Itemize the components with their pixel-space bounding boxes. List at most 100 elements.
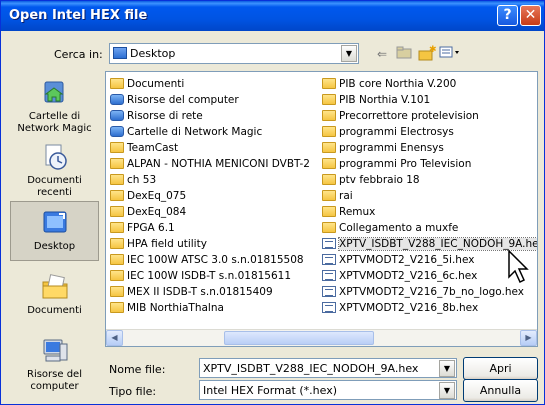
folder-item[interactable]: IEC 100W ATSC 3.0 s.n.01815508	[110, 252, 310, 268]
item-label: DexEq_084	[127, 206, 187, 218]
filename-label: Nome file:	[109, 363, 166, 376]
view-menu-icon[interactable]	[439, 45, 459, 63]
chevron-down-icon[interactable]: ▼	[439, 360, 455, 377]
file-column-1: Documenti Risorse del computer Risorse di …	[110, 76, 310, 316]
folder-item[interactable]: Documenti	[110, 76, 310, 92]
file-item[interactable]: XPTV_ISDBT_V288_IEC_NODOH_9A.hex	[322, 236, 537, 252]
cancel-button[interactable]: Annulla	[463, 379, 538, 402]
horizontal-scrollbar[interactable]: ◀ ▶	[106, 329, 537, 346]
file-list[interactable]: Documenti Risorse del computer Risorse di …	[105, 71, 538, 347]
title-bar[interactable]: Open Intel HEX file ? ✕	[1, 1, 544, 31]
folder-item[interactable]: PIB Northia V.101	[322, 92, 537, 108]
help-button[interactable]: ?	[497, 5, 518, 26]
item-label: MEX II ISDB-T s.n.01815409	[127, 286, 273, 298]
new-folder-icon[interactable]: ✱	[417, 45, 437, 63]
folder-icon	[110, 222, 124, 233]
item-label: MIB NorthiaThalna	[127, 302, 224, 314]
item-label: ptv febbraio 18	[339, 174, 420, 186]
folder-icon	[110, 174, 124, 185]
folder-item[interactable]: IEC 100W ISDB-T s.n.01815611	[110, 268, 310, 284]
place-documents[interactable]: Documenti	[10, 266, 99, 326]
place-network-magic[interactable]: Cartelle di Network Magic	[10, 72, 99, 134]
folder-item[interactable]: rai	[322, 188, 537, 204]
item-label: Risorse del computer	[127, 94, 239, 106]
scroll-right-icon[interactable]: ▶	[520, 330, 537, 346]
item-label: DexEq_075	[127, 190, 187, 202]
folder-icon	[322, 142, 336, 153]
documents-icon	[42, 274, 67, 299]
place-computer[interactable]: Risorse del computer	[10, 330, 99, 394]
folder-item[interactable]: DexEq_084	[110, 204, 310, 220]
open-file-dialog: Open Intel HEX file ? ✕ Cerca in: Deskto…	[0, 0, 545, 405]
item-label: Cartelle di Network Magic	[127, 126, 263, 138]
item-label: IEC 100W ISDB-T s.n.01815611	[127, 270, 292, 282]
folder-icon	[322, 174, 336, 185]
folder-item[interactable]: DexEq_075	[110, 188, 310, 204]
filetype-select[interactable]: Intel HEX Format (*.hex) ▼	[199, 380, 457, 400]
desktop-icon	[113, 47, 127, 59]
up-folder-icon[interactable]	[394, 45, 414, 63]
file-item[interactable]: XPTVMODT2_V216_6c.hex	[322, 268, 537, 284]
item-label: Risorse di rete	[127, 110, 203, 122]
item-label: ALPAN - NOTHIA MENICONI DVBT-2	[127, 158, 310, 170]
folder-item[interactable]: MEX II ISDB-T s.n.01815409	[110, 284, 310, 300]
look-in-value: Desktop	[130, 47, 176, 60]
folder-item[interactable]: TeamCast	[110, 140, 310, 156]
folder-item[interactable]: Cartelle di Network Magic	[110, 124, 310, 140]
folder-item[interactable]: ALPAN - NOTHIA MENICONI DVBT-2	[110, 156, 310, 172]
item-label: HPA field utility	[127, 238, 207, 250]
folder-item[interactable]: programmi Enensys	[322, 140, 537, 156]
item-label: programmi Electrosys	[339, 126, 454, 138]
item-label: programmi Pro Television	[339, 158, 472, 170]
place-desktop[interactable]: Desktop	[10, 201, 99, 261]
window-title: Open Intel HEX file	[9, 8, 148, 23]
open-button[interactable]: Apri	[463, 357, 538, 380]
folder-icon	[322, 190, 336, 201]
close-button[interactable]: ✕	[520, 5, 541, 26]
back-arrow-icon[interactable]: ⇐	[372, 45, 392, 63]
folder-item[interactable]: Collegamento a muxfe	[322, 220, 537, 236]
chevron-down-icon[interactable]: ▼	[341, 45, 357, 62]
folder-item[interactable]: HPA field utility	[110, 236, 310, 252]
folder-item[interactable]: Risorse del computer	[110, 92, 310, 108]
folder-icon	[110, 142, 124, 153]
file-item[interactable]: XPTVMODT2_V216_7b_no_logo.hex	[322, 284, 537, 300]
filename-input[interactable]: XPTV_ISDBT_V288_IEC_NODOH_9A.hex ▼	[199, 358, 457, 378]
folder-icon	[110, 78, 124, 89]
shortcut-icon	[322, 222, 336, 233]
folder-icon	[110, 190, 124, 201]
folder-icon	[322, 206, 336, 217]
filetype-label: Tipo file:	[109, 385, 157, 398]
item-label: Precorrettore protelevision	[339, 110, 479, 122]
scroll-left-icon[interactable]: ◀	[106, 330, 123, 346]
hex-file-icon	[322, 238, 336, 249]
folder-item[interactable]: FPGA 6.1	[110, 220, 310, 236]
folder-item[interactable]: programmi Pro Television	[322, 156, 537, 172]
folder-icon	[322, 110, 336, 121]
network-magic-folder-icon	[44, 81, 63, 103]
scroll-thumb[interactable]	[224, 331, 374, 345]
filename-value: XPTV_ISDBT_V288_IEC_NODOH_9A.hex	[203, 362, 419, 375]
item-label: programmi Enensys	[339, 142, 444, 154]
place-label: Documenti	[27, 305, 82, 316]
folder-item[interactable]: Precorrettore protelevision	[322, 108, 537, 124]
folder-item[interactable]: programmi Electrosys	[322, 124, 537, 140]
folder-item[interactable]: ch 53	[110, 172, 310, 188]
folder-item[interactable]: MIB NorthiaThalna	[110, 300, 310, 316]
folder-icon	[110, 302, 124, 313]
file-item[interactable]: XPTVMODT2_V216_5i.hex	[322, 252, 537, 268]
folder-item[interactable]: PIB core Northia V.200	[322, 76, 537, 92]
folder-icon	[322, 158, 336, 169]
folder-item[interactable]: Remux	[322, 204, 537, 220]
folder-item[interactable]: Risorse di rete	[110, 108, 310, 124]
item-label: XPTVMODT2_V216_6c.hex	[339, 270, 478, 282]
chevron-down-icon[interactable]: ▼	[439, 382, 455, 399]
svg-text:✱: ✱	[429, 45, 436, 55]
folder-item[interactable]: ptv febbraio 18	[322, 172, 537, 188]
computer-icon	[43, 339, 67, 362]
file-item[interactable]: XPTVMODT2_V216_8b.hex	[322, 300, 537, 316]
filetype-value: Intel HEX Format (*.hex)	[203, 384, 337, 397]
place-recent-documents[interactable]: Documenti recenti	[10, 136, 99, 198]
look-in-dropdown[interactable]: Desktop ▼	[109, 43, 359, 64]
item-label: Documenti	[127, 78, 185, 90]
